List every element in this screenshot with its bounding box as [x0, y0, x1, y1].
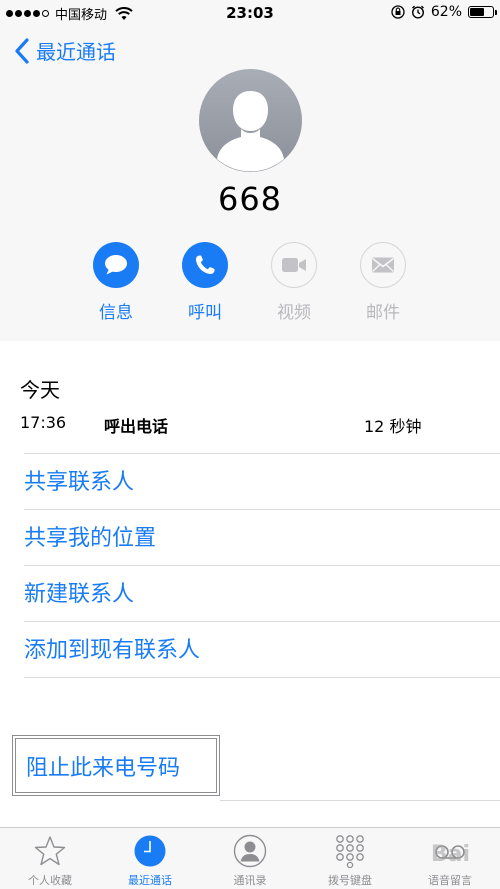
tab-favorites[interactable]: 个人收藏 — [0, 834, 100, 888]
video-action[interactable]: 视频 — [259, 242, 329, 323]
clock-icon — [134, 835, 166, 867]
contacts-icon — [233, 834, 267, 868]
star-icon — [34, 836, 66, 866]
battery-icon — [468, 6, 497, 18]
share-location-option[interactable]: 共享我的位置 — [24, 520, 156, 552]
divider — [220, 800, 500, 801]
divider — [24, 509, 500, 510]
person-silhouette-icon — [217, 91, 284, 172]
mail-icon — [372, 257, 394, 273]
call-time: 17:36 — [20, 413, 67, 432]
tab-keypad-label: 拨号键盘 — [328, 874, 372, 887]
video-action-label: 视频 — [277, 303, 311, 323]
phone-icon — [196, 255, 215, 274]
orientation-lock-icon — [391, 5, 405, 19]
tab-recents[interactable]: 最近通话 — [100, 834, 200, 888]
alarm-icon — [411, 5, 424, 19]
divider — [24, 565, 500, 566]
tab-voicemail-label: 语音留言 — [428, 874, 472, 887]
call-history-row: 17:36 呼出电话 12 秒钟 — [20, 413, 480, 436]
contact-number: 668 — [217, 180, 283, 218]
status-bar: 中国移动 23:03 62% — [0, 0, 500, 26]
call-duration: 12 秒钟 — [364, 417, 422, 436]
status-right: 62% — [391, 4, 497, 20]
call-action[interactable]: 呼叫 — [170, 242, 240, 323]
tab-keypad[interactable]: 拨号键盘 — [300, 834, 400, 888]
history-date: 今天 — [20, 378, 60, 402]
watermark: Bai — [430, 842, 470, 867]
chevron-left-icon — [15, 37, 29, 64]
tab-bar: 个人收藏 最近通话 通讯录 拨号键盘 语音留言 — [0, 827, 500, 889]
video-icon — [282, 258, 306, 272]
mail-action[interactable]: 邮件 — [348, 242, 418, 323]
battery-percent: 62% — [430, 4, 462, 20]
divider — [24, 453, 500, 454]
block-caller-label: 阻止此来电号码 — [15, 738, 217, 793]
mail-action-label: 邮件 — [366, 303, 400, 323]
keypad-icon — [336, 835, 364, 868]
divider — [24, 677, 500, 678]
tab-contacts-label: 通讯录 — [233, 874, 267, 887]
add-to-existing-contact-option[interactable]: 添加到现有联系人 — [24, 632, 200, 664]
message-action-label: 信息 — [99, 303, 133, 323]
tab-favorites-label: 个人收藏 — [28, 874, 72, 887]
message-action[interactable]: 信息 — [81, 242, 151, 323]
share-contact-option[interactable]: 共享联系人 — [24, 464, 134, 496]
block-caller-button[interactable]: 阻止此来电号码 — [12, 735, 220, 796]
call-action-label: 呼叫 — [188, 303, 222, 323]
tab-recents-label: 最近通话 — [128, 874, 172, 887]
tab-contacts[interactable]: 通讯录 — [200, 834, 300, 888]
contact-avatar — [199, 69, 302, 172]
message-icon — [105, 255, 127, 275]
back-button[interactable]: 最近通话 — [14, 36, 116, 65]
divider — [24, 621, 500, 622]
new-contact-option[interactable]: 新建联系人 — [24, 576, 134, 608]
call-type: 呼出电话 — [104, 417, 169, 436]
back-label: 最近通话 — [36, 40, 116, 64]
